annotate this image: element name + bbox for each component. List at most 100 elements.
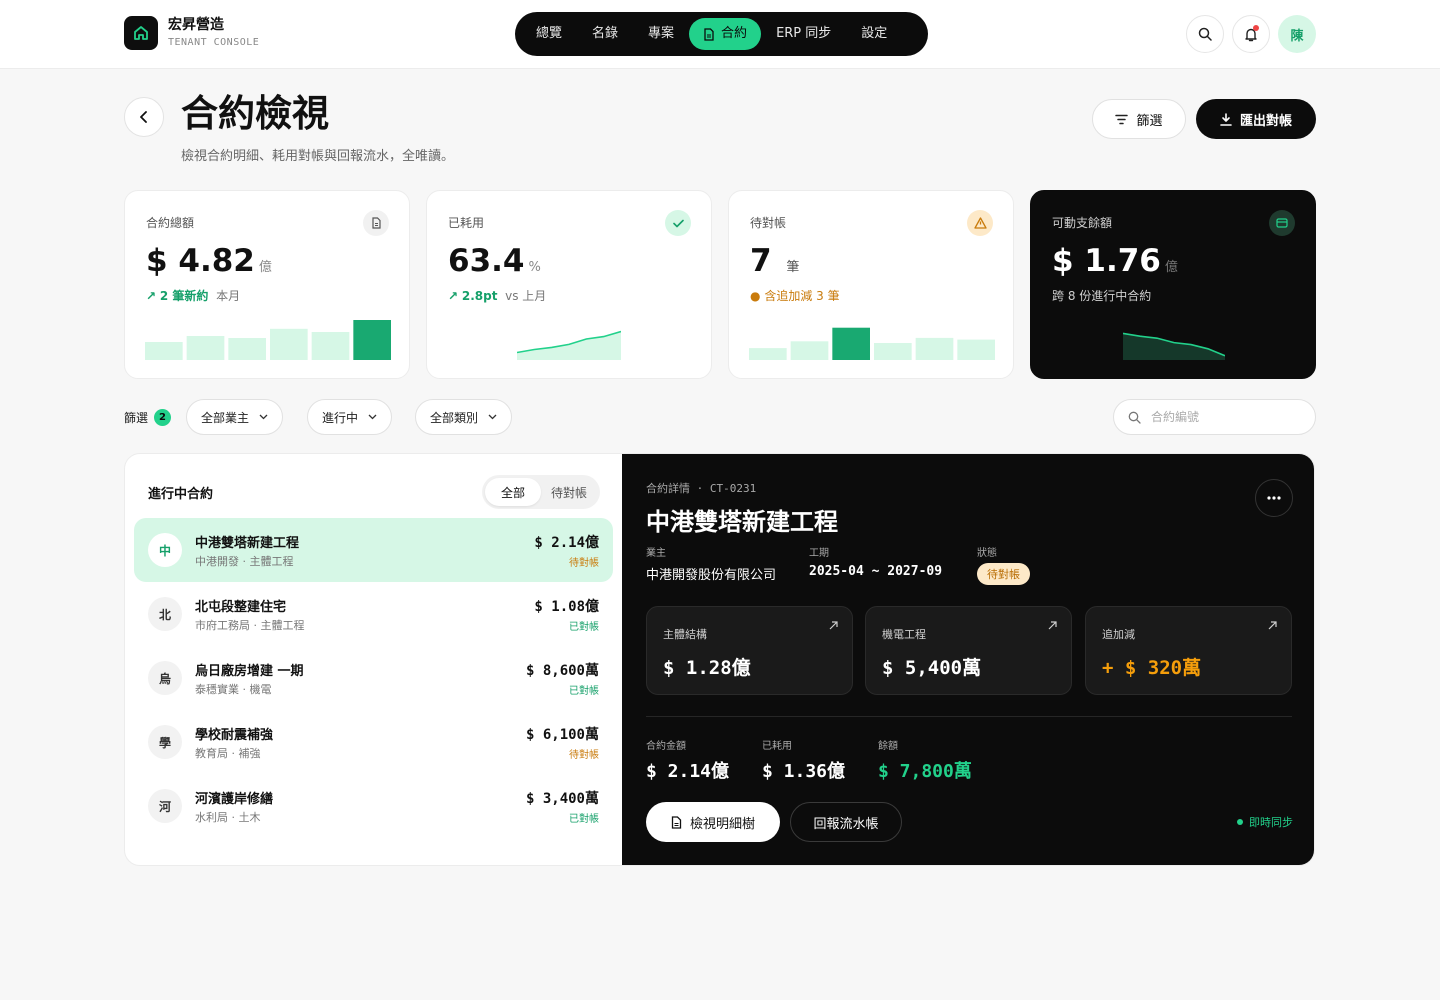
chart-bar [957, 339, 995, 360]
status-select[interactable]: 進行中 [307, 399, 393, 435]
list-item[interactable]: 中 中港雙塔新建工程 中港開發 · 主體工程 $ 2.14億 待對帳 [134, 518, 613, 582]
chart-area [1123, 333, 1225, 360]
tab-all[interactable]: 全部 [485, 478, 541, 506]
list-item[interactable]: 烏 烏日廠房增建 一期 泰穩實業 · 機電 $ 8,600萬 已對帳 [134, 646, 613, 710]
view-detail-tree-button[interactable]: 檢視明細樹 [646, 802, 780, 842]
status-label: 狀態 [977, 548, 997, 559]
filter-button-label: 篩選 [1136, 113, 1163, 129]
owner-value: 中港開發股份有限公司 [646, 568, 777, 583]
arrow-up-right-icon [829, 621, 838, 630]
nav-erp-sync[interactable]: ERP 同步 [761, 18, 846, 50]
nav-projects[interactable]: 專案 [633, 18, 689, 50]
contract-amount: $ 2.14億 [534, 535, 599, 551]
kpi-card-available: 可動支餘額 $ 1.76 億 跨 8 份進行中合約 [1030, 190, 1316, 379]
breakdown-label: 追加減 [1102, 628, 1135, 641]
summary-value: $ 2.14億 [646, 761, 730, 782]
list-item[interactable]: 學 學校耐震補強 教育局 · 補強 $ 6,100萬 待對帳 [134, 710, 613, 774]
chart-bar [270, 328, 308, 360]
chart-bar [749, 348, 787, 360]
search-button[interactable] [1186, 15, 1224, 53]
tab-pending[interactable]: 待對帳 [541, 478, 597, 506]
filter-button[interactable]: 篩選 [1092, 99, 1186, 139]
brand-subtitle: TENANT CONSOLE [168, 37, 260, 48]
breakdown-card-structure[interactable]: 主體結構 $ 1.28億 [646, 606, 853, 695]
brand[interactable]: 宏昇營造 TENANT CONSOLE [124, 16, 259, 50]
breakdown-label: 主體結構 [663, 628, 707, 641]
kpi-value: $ 4.82 億 [146, 241, 272, 288]
more-button[interactable] [1255, 479, 1293, 517]
detail-title: 中港雙塔新建工程 [646, 508, 838, 536]
kpi-label: 已耗用 [448, 216, 485, 230]
filter-icon [1115, 114, 1129, 124]
nav-label: 設定 [861, 26, 888, 41]
nav-overview[interactable]: 總覽 [521, 18, 577, 50]
contract-status: 待對帳 [569, 750, 599, 761]
kpi-delta-value: 2.8pt [461, 289, 498, 303]
chart-bar [790, 341, 829, 360]
trend-up-icon: ↗ [448, 289, 459, 303]
kpi-delta-value: 2 筆新約 [159, 289, 209, 303]
document-icon [671, 815, 682, 829]
page-title: 合約檢視 [181, 92, 329, 135]
kpi-number: 4.82 [178, 243, 255, 279]
ledger-button[interactable]: 回報流水帳 [790, 802, 902, 842]
notifications-button[interactable] [1232, 15, 1270, 53]
filter-label-text: 篩選 [124, 411, 149, 425]
contract-avatar: 北 [148, 597, 182, 631]
sync-status: 即時同步 [1237, 814, 1293, 830]
chart-bar [915, 337, 954, 360]
nav-label: ERP 同步 [776, 26, 832, 41]
kpi-delta: ↗ 2 筆新約 本月 [146, 287, 240, 304]
chevron-down-icon [368, 414, 377, 420]
chart-bar [186, 336, 225, 360]
more-icon [1267, 496, 1281, 500]
nav-label: 名錄 [592, 26, 619, 41]
kpi-label: 合約總額 [146, 216, 195, 230]
contract-avatar: 河 [148, 789, 182, 823]
detail-breadcrumb: 合約詳情 · CT-0231 [646, 482, 757, 495]
breakdown-card-mep[interactable]: 機電工程 $ 5,400萬 [865, 606, 1072, 695]
arrow-up-right-icon [1268, 621, 1277, 630]
contract-status: 已對帳 [569, 686, 599, 697]
contract-amount: $ 8,600萬 [525, 663, 599, 679]
owner-select[interactable]: 全部業主 [186, 399, 284, 435]
wallet-icon [1269, 210, 1295, 236]
kpi-unit: 筆 [786, 260, 800, 275]
contract-avatar: 中 [148, 533, 182, 567]
kpi-card-total: 合約總額 $ 4.82 億 ↗ 2 筆新約 本月 [124, 190, 410, 379]
chart-bar [832, 327, 870, 360]
check-icon [665, 210, 691, 236]
back-button[interactable] [124, 97, 164, 137]
summary-value: $ 7,800萬 [878, 761, 972, 782]
category-select[interactable]: 全部類別 [415, 399, 513, 435]
breakdown-value: $ 1.28億 [663, 657, 751, 679]
export-button[interactable]: 匯出對帳 [1196, 99, 1316, 139]
kpi-number: 63.4 [448, 243, 525, 279]
nav-contracts[interactable]: 合約 [689, 18, 762, 50]
list-item[interactable]: 北 北屯段整建住宅 市府工務局 · 主體工程 $ 1.08億 已對帳 [134, 582, 613, 646]
kpi-unit: % [528, 260, 541, 275]
user-avatar[interactable]: 陳 [1278, 15, 1316, 53]
period-value: 2025-04 ~ 2027-09 [809, 564, 943, 579]
list-item[interactable]: 河 河濱護岸修繕 水利局 · 土木 $ 3,400萬 已對帳 [134, 774, 613, 838]
contract-meta: 泰穩實業 · 機電 [195, 683, 272, 696]
breakdown-value: + $ 320萬 [1102, 657, 1202, 679]
main-nav: 總覽 名錄 專案 合約 ERP 同步 設定 [515, 12, 928, 56]
download-icon [1220, 112, 1232, 126]
kpi-line-chart [1123, 332, 1225, 360]
summary-label: 合約金額 [646, 741, 686, 752]
kpi-delta-suffix: 本月 [216, 289, 241, 303]
page-subtitle: 檢視合約明細、耗用對帳與回報流水，全唯讀。 [181, 149, 455, 164]
kpi-delta: ↗ 2.8pt vs 上月 [448, 287, 546, 304]
nav-directory[interactable]: 名錄 [577, 18, 633, 50]
breakdown-label: 機電工程 [882, 628, 926, 641]
live-dot [1237, 819, 1243, 825]
summary-label: 已耗用 [762, 741, 792, 752]
filter-label: 篩選 2 [124, 409, 172, 426]
breakdown-value: $ 5,400萬 [882, 657, 982, 679]
contract-search-input[interactable] [1151, 410, 1301, 424]
breakdown-card-adjustment[interactable]: 追加減 + $ 320萬 [1085, 606, 1292, 695]
kpi-card-consumed: 已耗用 63.4% ↗ 2.8pt vs 上月 [426, 190, 712, 379]
nav-settings[interactable]: 設定 [846, 18, 902, 50]
contract-detail: 合約詳情 · CT-0231 中港雙塔新建工程 業主 中港開發股份有限公司 工期… [622, 454, 1314, 865]
